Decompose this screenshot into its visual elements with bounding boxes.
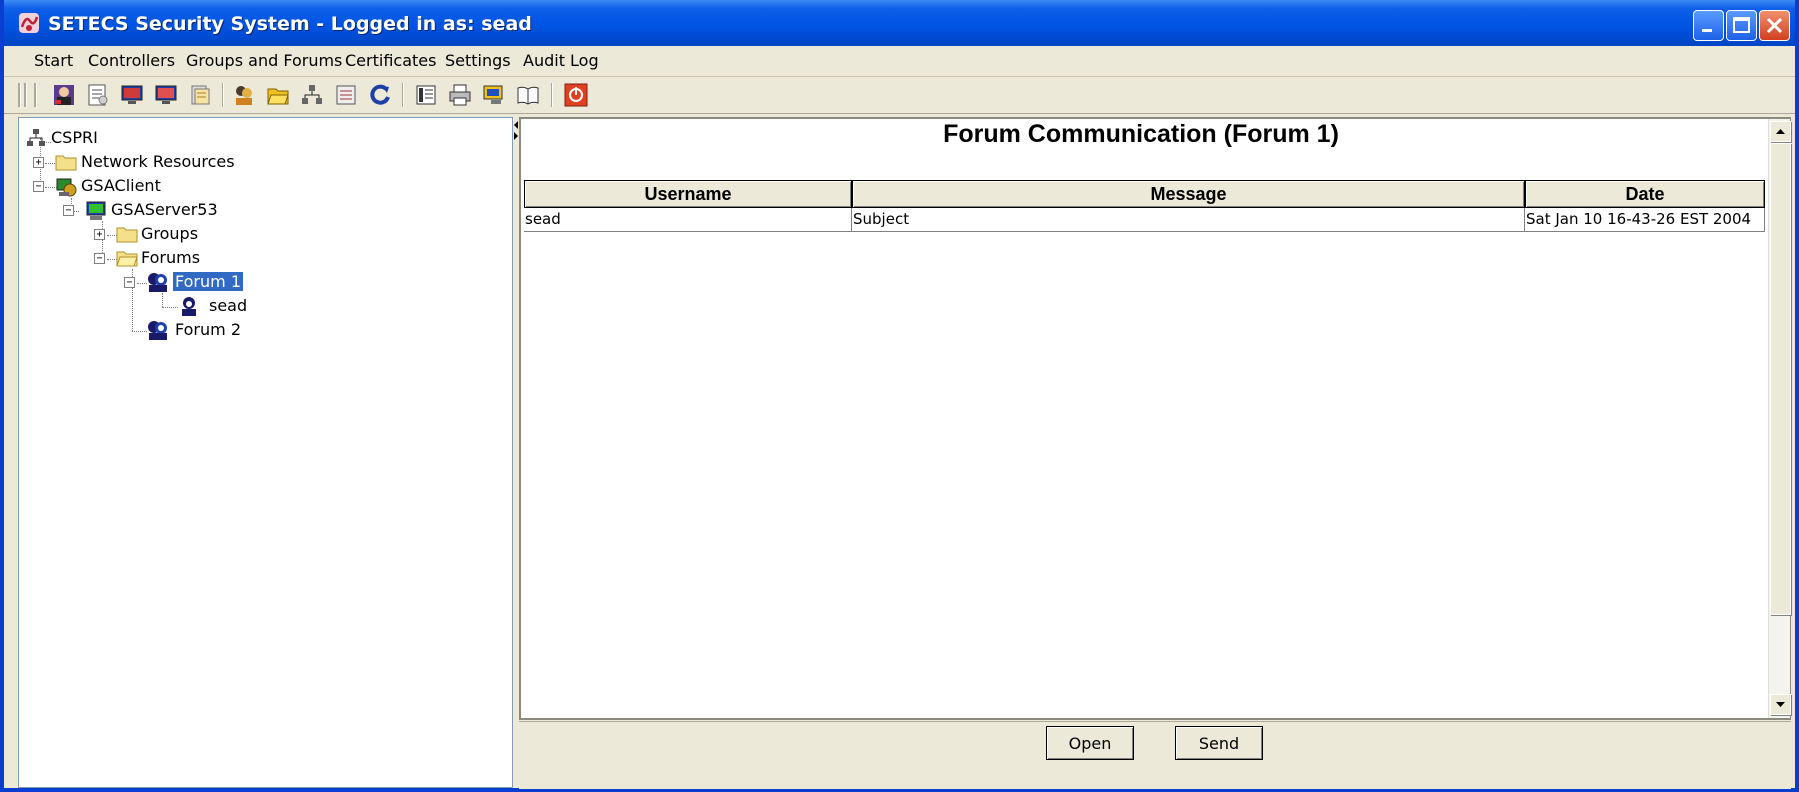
details-list-icon[interactable]: [414, 83, 438, 107]
maximize-button[interactable]: [1726, 10, 1757, 41]
vertical-scrollbar[interactable]: [1768, 119, 1791, 718]
window-title: SETECS Security System - Logged in as: s…: [48, 13, 532, 35]
scroll-down-button[interactable]: [1770, 694, 1791, 715]
menu-audit-log[interactable]: Audit Log: [523, 51, 599, 70]
open-folder-icon[interactable]: [266, 83, 290, 107]
toolbar: [4, 77, 1795, 114]
files-icon[interactable]: [188, 83, 212, 107]
forum-content-panel: Forum Communication (Forum 1) Username M…: [519, 117, 1791, 720]
scroll-up-button[interactable]: [1770, 121, 1791, 142]
tree-node-gsaclient[interactable]: GSAClient: [81, 176, 161, 195]
arrow-down-icon: [1776, 702, 1785, 707]
close-icon: [1766, 17, 1783, 34]
cell-message[interactable]: Subject: [852, 208, 1525, 232]
tree-node-forum-1[interactable]: Forum 1: [173, 272, 243, 291]
computer-monitor-icon[interactable]: [120, 83, 144, 107]
report-icon[interactable]: [334, 83, 358, 107]
user-login-icon[interactable]: [52, 83, 76, 107]
toolbar-separator: [402, 83, 404, 107]
network-root-icon: [27, 129, 45, 146]
send-button[interactable]: Send: [1175, 726, 1263, 760]
menu-certificates[interactable]: Certificates: [345, 51, 436, 70]
column-header-message[interactable]: Message: [852, 180, 1525, 208]
menu-bar: Start Controllers Groups and Forums Cert…: [4, 46, 1795, 77]
arrow-up-icon: [1776, 129, 1785, 134]
forum-group-icon: [148, 321, 167, 340]
power-off-icon[interactable]: [564, 83, 588, 107]
toolbar-separator: [551, 83, 553, 107]
toolbar-grip[interactable]: [34, 83, 37, 107]
scroll-thumb[interactable]: [1770, 143, 1791, 615]
menu-settings[interactable]: Settings: [445, 51, 511, 70]
printer-icon[interactable]: [448, 83, 472, 107]
tree-node-cspri[interactable]: CSPRI: [51, 128, 98, 147]
toolbar-grip[interactable]: [24, 83, 27, 107]
tree-node-gsaserver53[interactable]: GSAServer53: [111, 200, 218, 219]
tree-node-user-sead[interactable]: sead: [209, 296, 247, 315]
collapse-toggle[interactable]: −: [33, 181, 44, 192]
user-icon: [182, 297, 196, 316]
minimize-icon: [1702, 29, 1712, 32]
refresh-icon[interactable]: [368, 83, 392, 107]
resource-tree[interactable]: CSPRI + Network Resources − GSAClient − …: [18, 117, 513, 788]
tree-line: [132, 331, 147, 332]
title-bar[interactable]: SETECS Security System - Logged in as: s…: [4, 0, 1795, 46]
forum-users-icon[interactable]: [232, 83, 256, 107]
minimize-button[interactable]: [1693, 10, 1724, 41]
column-header-date[interactable]: Date: [1525, 180, 1765, 208]
tree-line: [162, 293, 163, 307]
server-computer-icon: [86, 201, 106, 220]
column-header-username[interactable]: Username: [524, 180, 852, 208]
computer-monitor-red-icon[interactable]: [154, 83, 178, 107]
app-window: SETECS Security System - Logged in as: s…: [0, 0, 1799, 792]
menu-controllers[interactable]: Controllers: [88, 51, 175, 70]
tree-line: [162, 307, 178, 308]
cell-username[interactable]: sead: [524, 208, 852, 232]
help-book-icon[interactable]: [516, 83, 540, 107]
collapse-toggle[interactable]: −: [94, 253, 105, 264]
toolbar-separator: [222, 83, 224, 107]
tree-node-network-resources[interactable]: Network Resources: [81, 152, 235, 171]
display-settings-icon[interactable]: [482, 83, 506, 107]
client-computer-icon: [56, 178, 77, 197]
collapse-toggle[interactable]: −: [63, 205, 74, 216]
tree-node-forum-2[interactable]: Forum 2: [175, 320, 241, 339]
expand-toggle[interactable]: +: [33, 157, 44, 168]
forum-group-icon: [148, 273, 167, 292]
close-button[interactable]: [1759, 10, 1790, 41]
maximize-icon: [1733, 17, 1750, 33]
tree-node-groups[interactable]: Groups: [141, 224, 198, 243]
folder-icon: [55, 155, 77, 171]
forum-title: Forum Communication (Forum 1): [943, 120, 1339, 148]
open-folder-icon: [116, 251, 138, 267]
action-bar: Open Send: [519, 721, 1791, 789]
open-button[interactable]: Open: [1046, 726, 1134, 760]
tree-node-forums[interactable]: Forums: [141, 248, 200, 267]
app-logo-icon: [19, 13, 39, 33]
collapse-toggle[interactable]: −: [124, 277, 135, 288]
menu-groups-and-forums[interactable]: Groups and Forums: [186, 51, 342, 70]
expand-toggle[interactable]: +: [94, 229, 105, 240]
folder-icon: [116, 227, 138, 243]
certificate-icon[interactable]: [86, 83, 110, 107]
cell-date[interactable]: Sat Jan 10 16-43-26 EST 2004: [1525, 208, 1765, 232]
network-icon[interactable]: [300, 83, 324, 107]
toolbar-grip[interactable]: [18, 83, 21, 107]
menu-start[interactable]: Start: [34, 51, 73, 70]
